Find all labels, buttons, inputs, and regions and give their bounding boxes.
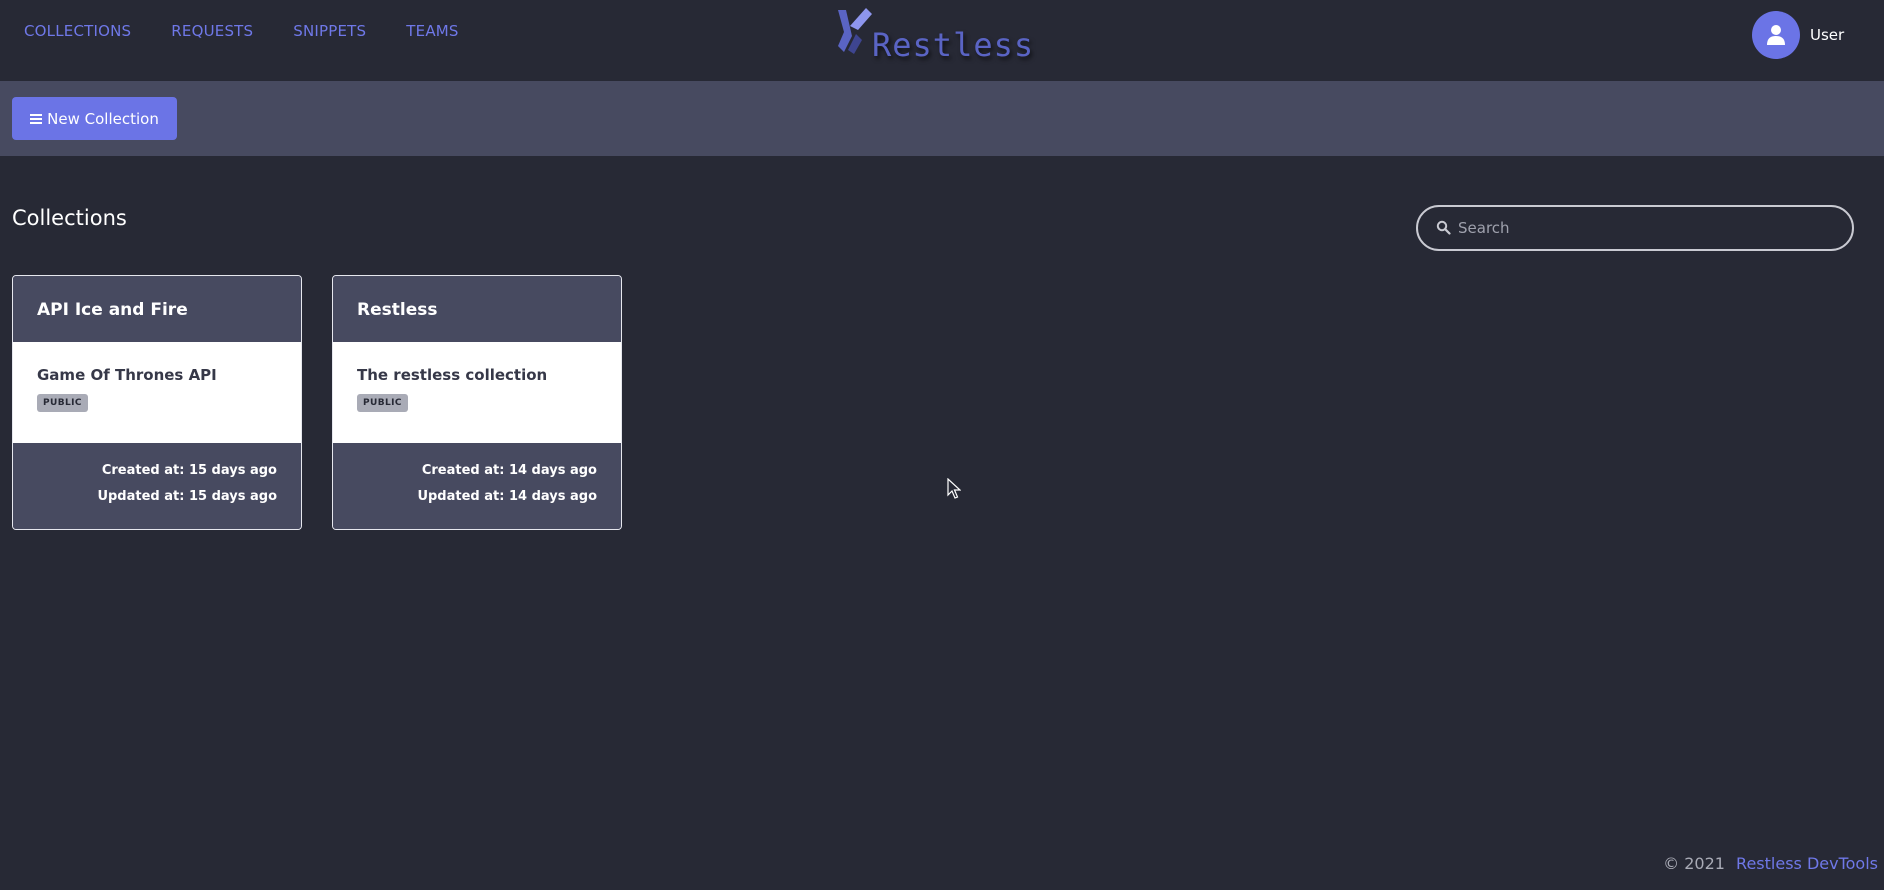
card-body: Game Of Thrones API PUBLIC	[13, 342, 301, 443]
updated-at: Updated at: 14 days ago	[417, 489, 597, 504]
nav-link-collections[interactable]: COLLECTIONS	[24, 22, 131, 40]
avatar[interactable]	[1752, 11, 1800, 59]
page-title: Collections	[12, 206, 127, 230]
card-description: The restless collection	[357, 366, 548, 384]
card-footer: Created at: 15 days ago Updated at: 15 d…	[13, 443, 301, 529]
nav-link-requests[interactable]: REQUESTS	[171, 22, 253, 40]
footer: © 2021 Restless DevTools	[1663, 854, 1878, 873]
new-collection-label: New Collection	[47, 109, 159, 128]
menu-icon	[30, 112, 43, 126]
top-nav: COLLECTIONS REQUESTS SNIPPETS TEAMS Rest…	[0, 0, 1884, 81]
nav-link-teams[interactable]: TEAMS	[406, 22, 458, 40]
created-at: Created at: 14 days ago	[421, 463, 597, 478]
nav-links: COLLECTIONS REQUESTS SNIPPETS TEAMS	[24, 22, 499, 40]
created-at: Created at: 15 days ago	[101, 463, 277, 478]
updated-at: Updated at: 15 days ago	[97, 489, 277, 504]
logo[interactable]: Restless	[832, 6, 1033, 64]
user-icon	[1767, 25, 1785, 45]
footer-link[interactable]: Restless DevTools	[1736, 854, 1878, 873]
cursor-icon	[947, 478, 961, 499]
search-input[interactable]	[1458, 207, 1838, 249]
footer-copyright: © 2021	[1663, 854, 1725, 873]
search-icon	[1436, 220, 1451, 235]
collection-card[interactable]: Restless The restless collection PUBLIC …	[332, 275, 622, 530]
new-collection-button[interactable]: New Collection	[12, 97, 177, 140]
card-title: API Ice and Fire	[13, 276, 301, 342]
logo-text: Restless	[872, 26, 1035, 64]
card-description: Game Of Thrones API	[37, 366, 217, 384]
card-body: The restless collection PUBLIC	[333, 342, 621, 443]
visibility-badge: PUBLIC	[37, 394, 88, 412]
search-box[interactable]	[1416, 205, 1854, 251]
user-menu[interactable]: User	[1752, 11, 1844, 59]
toolbar: New Collection	[0, 81, 1884, 156]
user-name[interactable]: User	[1810, 26, 1844, 44]
nav-link-snippets[interactable]: SNIPPETS	[293, 22, 366, 40]
visibility-badge: PUBLIC	[357, 394, 408, 412]
card-title: Restless	[333, 276, 621, 342]
card-footer: Created at: 14 days ago Updated at: 14 d…	[333, 443, 621, 529]
collection-card[interactable]: API Ice and Fire Game Of Thrones API PUB…	[12, 275, 302, 530]
